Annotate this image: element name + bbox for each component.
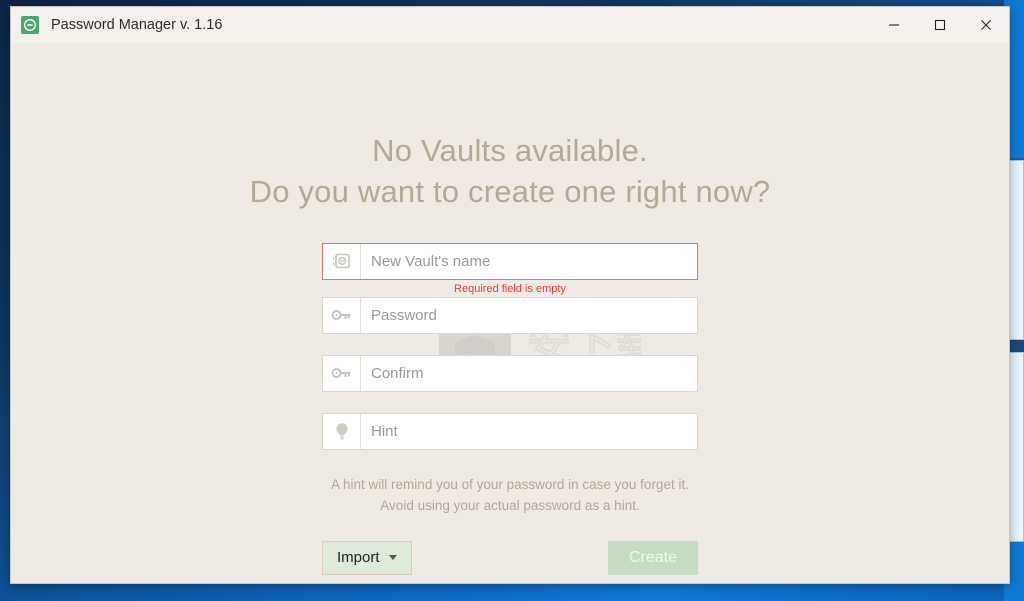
safe-icon bbox=[323, 243, 361, 279]
window-title: Password Manager v. 1.16 bbox=[51, 17, 223, 33]
headline-line-2: Do you want to create one right now? bbox=[249, 173, 771, 209]
application-window: Password Manager v. 1.16 No Vaults avail… bbox=[10, 6, 1010, 584]
desktop-background: Password Manager v. 1.16 No Vaults avail… bbox=[0, 0, 1024, 601]
hint-help-line-1: A hint will remind you of your password … bbox=[331, 476, 689, 492]
import-button-label: Import bbox=[337, 549, 380, 567]
import-button[interactable]: Import bbox=[322, 540, 412, 575]
key-icon bbox=[323, 297, 361, 333]
vault-name-input[interactable] bbox=[361, 243, 697, 279]
vault-name-field-row[interactable] bbox=[322, 242, 698, 280]
lightbulb-icon bbox=[323, 413, 361, 449]
maximize-icon[interactable] bbox=[917, 7, 963, 43]
hint-help-line-2: Avoid using your actual password as a hi… bbox=[380, 497, 640, 513]
title-bar[interactable]: Password Manager v. 1.16 bbox=[11, 7, 1009, 43]
vault-name-error: Required field is empty bbox=[454, 282, 566, 295]
main-content: No Vaults available. Do you want to crea… bbox=[11, 43, 1009, 583]
window-controls bbox=[871, 7, 1009, 43]
page-title: No Vaults available. Do you want to crea… bbox=[250, 131, 771, 213]
confirm-input[interactable] bbox=[361, 355, 697, 391]
close-icon[interactable] bbox=[963, 7, 1009, 43]
hint-field-row[interactable] bbox=[322, 412, 698, 450]
action-button-row: Import Create bbox=[322, 540, 698, 575]
password-field-row[interactable] bbox=[322, 296, 698, 334]
headline-line-1: No Vaults available. bbox=[372, 133, 648, 168]
create-vault-form: Required field is empty bbox=[322, 242, 698, 450]
hint-help-text: A hint will remind you of your password … bbox=[300, 475, 720, 517]
key-icon bbox=[323, 355, 361, 391]
vault-dial-icon bbox=[21, 16, 39, 34]
field-spacer bbox=[322, 392, 698, 413]
field-spacer bbox=[322, 334, 698, 355]
hint-input[interactable] bbox=[361, 413, 697, 449]
chevron-down-icon bbox=[388, 555, 397, 561]
minimize-icon[interactable] bbox=[871, 7, 917, 43]
password-input[interactable] bbox=[361, 297, 697, 333]
create-button[interactable]: Create bbox=[608, 540, 698, 575]
confirm-field-row[interactable] bbox=[322, 354, 698, 392]
